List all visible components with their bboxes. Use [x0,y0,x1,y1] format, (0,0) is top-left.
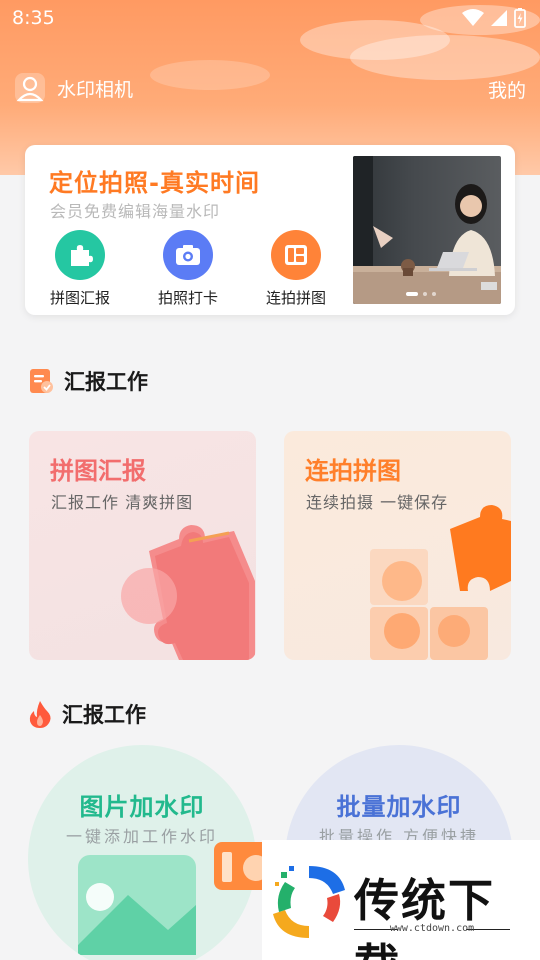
user-avatar-icon[interactable] [14,72,46,104]
wifi-icon [462,9,484,26]
banner-subtitle: 会员免费编辑海量水印 [50,202,221,221]
carousel-indicator [406,292,436,296]
section-title: 汇报工作 [62,703,146,727]
quick-action-burst-collage[interactable]: 连拍拼图 [248,230,344,308]
section-report-work-header: 汇报工作 [28,366,148,396]
quick-action-puzzle-report[interactable]: 拼图汇报 [32,230,128,308]
watermark-url: www.ctdown.com [389,923,475,934]
watermark-overlay: 传统下载 www.ctdown.com [262,840,540,960]
puzzle-icon [71,245,93,266]
status-time: 8:35 [12,7,55,29]
section-report-work-header-2: 汇报工作 [28,699,146,729]
card-title: 批量加水印 [336,793,462,821]
banner-title: 定位拍照-真实时间 [49,169,260,197]
mine-button[interactable]: 我的 [488,76,526,103]
signal-icon [491,10,507,26]
status-bar: 8:35 [0,0,540,36]
puzzle-piece-illustration [121,525,255,660]
report-document-icon [30,369,53,393]
woman-with-laptop-image [353,156,501,304]
section-title: 汇报工作 [64,370,148,394]
app-bar: 水印相机 我的 [0,68,540,108]
puzzle-report-card[interactable]: 拼图汇报 汇报工作 清爽拼图 [29,431,256,660]
banner-photo[interactable] [353,156,501,304]
app-title: 水印相机 [57,79,134,101]
watermark-brand: 传统下载 [354,874,496,960]
quick-action-photo-checkin[interactable]: 拍照打卡 [140,230,236,308]
camera-icon [176,245,200,265]
fire-icon [29,701,51,728]
puzzle-pieces-illustration [370,505,511,660]
burst-collage-card[interactable]: 连拍拼图 连续拍摄 一键保存 [284,431,511,660]
grid-icon [285,245,307,265]
watermark-logo-icon [273,866,345,938]
battery-icon [514,8,526,28]
banner-card: 定位拍照-真实时间 会员免费编辑海量水印 拼图汇报 拍照打卡 连拍拼图 [25,145,515,315]
